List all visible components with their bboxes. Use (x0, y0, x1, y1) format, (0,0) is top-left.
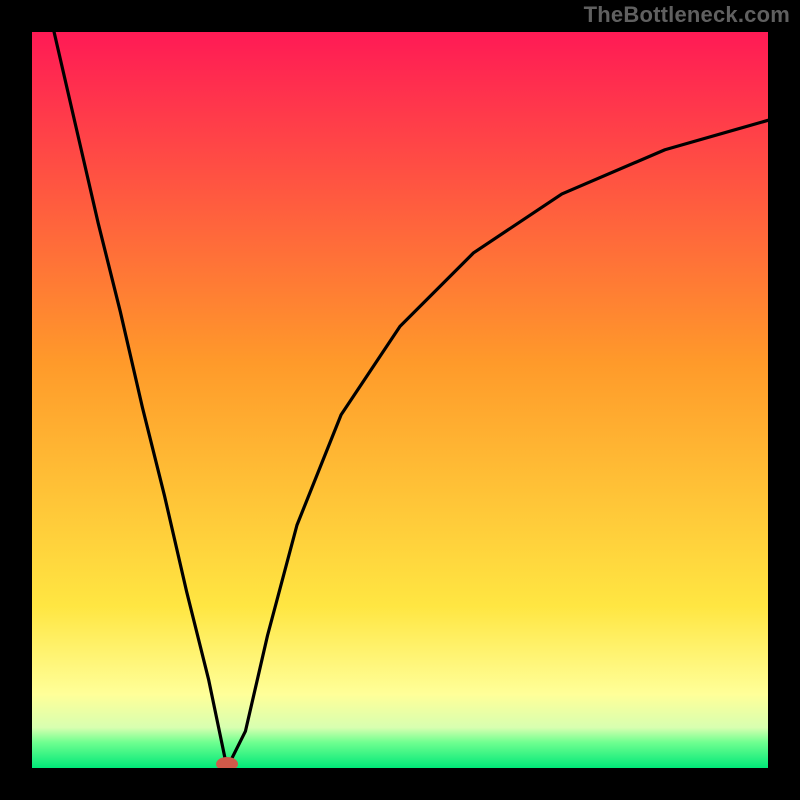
gradient-background (32, 32, 768, 768)
bottleneck-chart (0, 0, 800, 800)
attribution-text: TheBottleneck.com (584, 2, 790, 28)
chart-container: { "attribution": "TheBottleneck.com", "c… (0, 0, 800, 800)
